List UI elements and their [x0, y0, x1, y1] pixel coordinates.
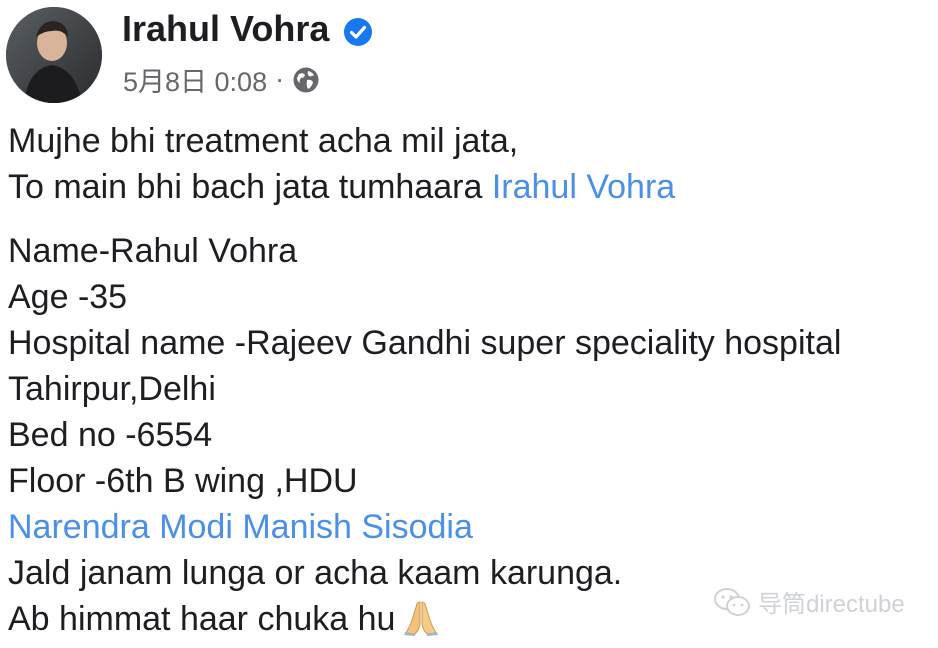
- wechat-icon: [712, 586, 752, 618]
- post-line: Tahirpur,Delhi: [8, 370, 216, 408]
- post-line: Narendra Modi Manish Sisodia: [8, 504, 933, 550]
- meta-separator: ·: [275, 64, 285, 94]
- folded-hands-emoji-icon: [403, 598, 439, 636]
- post-header: Irahul Vohra 5月8日 0:08 ·: [0, 0, 938, 110]
- post-line: To main bhi bach jata tumhaara Irahul Vo…: [8, 164, 933, 210]
- avatar[interactable]: [6, 7, 102, 103]
- post-line: Age -35: [8, 278, 128, 316]
- author-name[interactable]: Irahul Vohra: [122, 8, 329, 50]
- globe-icon[interactable]: [292, 66, 320, 94]
- post-line: Mujhe bhi treatment acha mil jata,: [8, 122, 519, 160]
- post-meta: 5月8日 0:08 ·: [123, 60, 320, 99]
- post-text: To main bhi bach jata tumhaara: [8, 168, 492, 206]
- verified-badge-icon: [343, 14, 373, 46]
- tagged-profiles-link[interactable]: Narendra Modi Manish Sisodia: [8, 508, 473, 546]
- post-body: Mujhe bhi treatment acha mil jata, To ma…: [8, 118, 933, 642]
- post-line: Floor -6th B wing ,HDU: [8, 462, 358, 500]
- post-text: Ab himmat haar chuka hu: [8, 600, 396, 638]
- author-row: Irahul Vohra: [122, 8, 373, 50]
- post-line: Bed no -6554: [8, 416, 213, 454]
- post-line: Name-Rahul Vohra: [8, 232, 298, 270]
- post-timestamp[interactable]: 5月8日 0:08: [123, 60, 267, 99]
- post-line: Hospital name -Rajeev Gandhi super speci…: [8, 324, 842, 362]
- watermark-text: 导筒directube: [758, 591, 905, 618]
- tagged-profile-link[interactable]: Irahul Vohra: [492, 168, 675, 206]
- watermark: 导筒directube: [712, 584, 905, 619]
